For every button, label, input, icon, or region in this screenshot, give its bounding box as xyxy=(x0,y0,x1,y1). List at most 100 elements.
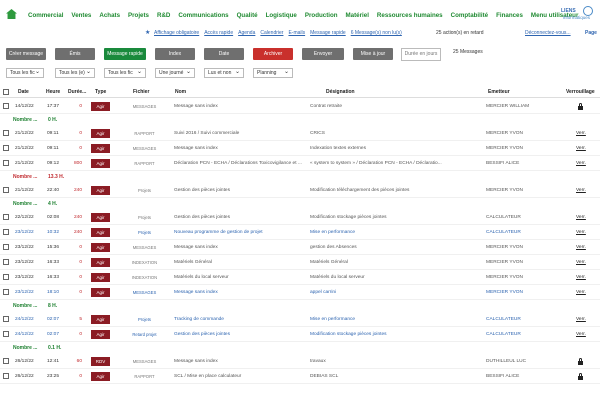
menu-item[interactable]: Finances xyxy=(492,11,527,21)
type-badge[interactable]: Agir xyxy=(91,159,110,168)
date-button[interactable]: Date xyxy=(204,48,244,60)
row-checkbox[interactable] xyxy=(3,274,9,280)
type-badge[interactable]: Agir xyxy=(91,186,110,195)
filter-select[interactable]: Planning xyxy=(253,68,293,78)
menu-item[interactable]: Logistique xyxy=(262,11,301,21)
col-designation[interactable]: Désignation xyxy=(326,86,355,98)
lock-link[interactable]: Verr. xyxy=(576,225,586,240)
lock-link[interactable]: Verr. xyxy=(576,141,586,156)
emis-button[interactable]: Émis xyxy=(55,48,95,60)
lock-link[interactable]: Verr. xyxy=(576,285,586,300)
page-link[interactable]: Page xyxy=(585,29,597,37)
type-badge[interactable]: Agir xyxy=(91,273,110,282)
filter-select[interactable]: Tous les (e) xyxy=(55,68,95,78)
type-badge[interactable]: Agir xyxy=(91,372,110,381)
menu-item[interactable]: Comptabilité xyxy=(447,11,492,21)
menu-item[interactable]: Achats xyxy=(95,11,124,21)
filter-select[interactable]: Tous les fic xyxy=(104,68,146,78)
type-badge[interactable]: Agir xyxy=(91,129,110,138)
type-badge[interactable]: Agir xyxy=(91,144,110,153)
row-checkbox[interactable] xyxy=(3,130,9,136)
sub-link[interactable]: 6 Message(s) non lu(s) xyxy=(351,29,402,37)
type-badge[interactable]: RDV xyxy=(91,357,110,366)
filter-select[interactable]: Une journé xyxy=(155,68,195,78)
type-badge[interactable]: Agir xyxy=(91,228,110,237)
send-button[interactable]: Envoyer xyxy=(302,48,344,60)
menu-item[interactable]: Ressources humaines xyxy=(373,11,447,21)
row-checkbox[interactable] xyxy=(3,160,9,166)
col-emetteur[interactable]: Emetteur xyxy=(488,86,510,98)
filter-select[interactable]: Tous les fic xyxy=(6,68,44,78)
menu-item[interactable]: Communications xyxy=(174,11,232,21)
row-nom[interactable]: Message sans index xyxy=(174,240,304,255)
lock-link[interactable]: Verr. xyxy=(576,156,586,171)
sub-link[interactable]: Agenda xyxy=(238,29,255,37)
sub-link[interactable]: Accès rapide xyxy=(204,29,233,37)
row-nom[interactable]: Matériels Général xyxy=(174,255,304,270)
col-heure[interactable]: Heure xyxy=(46,86,60,98)
type-badge[interactable]: Agir xyxy=(91,315,110,324)
lock-link[interactable]: Verr. xyxy=(576,327,586,342)
index-button[interactable]: Index xyxy=(155,48,195,60)
col-verrouillage[interactable]: Verrouillage xyxy=(566,86,595,98)
disconnect-link[interactable]: Déconnectez-vous... xyxy=(525,29,571,37)
quick-message-button[interactable]: Message rapide xyxy=(104,48,146,60)
create-message-button[interactable]: Créer message xyxy=(6,48,46,60)
sub-link[interactable]: Message rapide xyxy=(310,29,346,37)
menu-item[interactable]: Matériel xyxy=(342,11,373,21)
menu-item[interactable]: Qualité xyxy=(233,11,262,21)
row-checkbox[interactable] xyxy=(3,373,9,379)
menu-item[interactable]: R&D xyxy=(153,11,174,21)
sub-link[interactable]: E-mails xyxy=(288,29,305,37)
row-checkbox[interactable] xyxy=(3,259,9,265)
lock-link[interactable]: Verr. xyxy=(576,312,586,327)
select-all-checkbox[interactable] xyxy=(3,89,9,95)
row-nom[interactable]: SCL / Mise en place calculateur xyxy=(174,369,304,384)
row-checkbox[interactable] xyxy=(3,244,9,250)
row-nom[interactable]: Nouveau programme de gestion de projet xyxy=(174,225,304,240)
menu-item[interactable]: Commercial xyxy=(24,11,67,21)
row-checkbox[interactable] xyxy=(3,358,9,364)
home-icon[interactable] xyxy=(6,9,17,19)
col-type[interactable]: Type xyxy=(95,86,106,98)
filter-select[interactable]: Lus et non xyxy=(204,68,244,78)
col-duree[interactable]: Durée... xyxy=(68,86,86,98)
row-nom[interactable]: Gestion des pièces jointes xyxy=(174,210,304,225)
menu-item[interactable]: Production xyxy=(301,11,342,21)
row-nom[interactable]: Tracking de commande xyxy=(174,312,304,327)
lock-link[interactable]: Verr. xyxy=(576,270,586,285)
menu-item[interactable]: Projets xyxy=(124,11,153,21)
lock-link[interactable]: Verr. xyxy=(576,255,586,270)
col-date[interactable]: Date xyxy=(18,86,29,98)
lock-link[interactable]: Verr. xyxy=(576,126,586,141)
type-badge[interactable]: Agir xyxy=(91,330,110,339)
row-nom[interactable]: Message sans index xyxy=(174,354,304,369)
row-checkbox[interactable] xyxy=(3,187,9,193)
update-button[interactable]: Mise à jour xyxy=(353,48,393,60)
row-nom[interactable]: Message sans index xyxy=(174,285,304,300)
row-checkbox[interactable] xyxy=(3,145,9,151)
row-nom[interactable]: Matériels du local serveur xyxy=(174,270,304,285)
row-nom[interactable]: Gestion des pièces jointes xyxy=(174,327,304,342)
lock-link[interactable]: Verr. xyxy=(576,210,586,225)
col-fichier[interactable]: Fichier xyxy=(133,86,149,98)
sub-link[interactable]: Affichage obligatoire xyxy=(154,29,199,37)
row-checkbox[interactable] xyxy=(3,229,9,235)
row-nom[interactable]: Message sans index xyxy=(174,99,304,114)
row-nom[interactable]: Déclaration PCN - ECHA / Déclarations To… xyxy=(174,156,304,171)
sub-link[interactable]: Calendrier xyxy=(260,29,283,37)
row-checkbox[interactable] xyxy=(3,331,9,337)
row-checkbox[interactable] xyxy=(3,316,9,322)
row-nom[interactable]: Gestion des pièces jointes xyxy=(174,183,304,198)
lock-link[interactable]: Verr. xyxy=(576,240,586,255)
row-nom[interactable]: Message sans index xyxy=(174,141,304,156)
duration-days-input[interactable]: Durée en jours xyxy=(401,48,441,61)
type-badge[interactable]: Agir xyxy=(91,258,110,267)
col-nom[interactable]: Nom xyxy=(175,86,186,98)
type-badge[interactable]: Agir xyxy=(91,243,110,252)
row-checkbox[interactable] xyxy=(3,289,9,295)
type-badge[interactable]: Agir xyxy=(91,213,110,222)
archive-button[interactable]: Archiver xyxy=(253,48,293,60)
type-badge[interactable]: Agir xyxy=(91,102,110,111)
row-checkbox[interactable] xyxy=(3,103,9,109)
